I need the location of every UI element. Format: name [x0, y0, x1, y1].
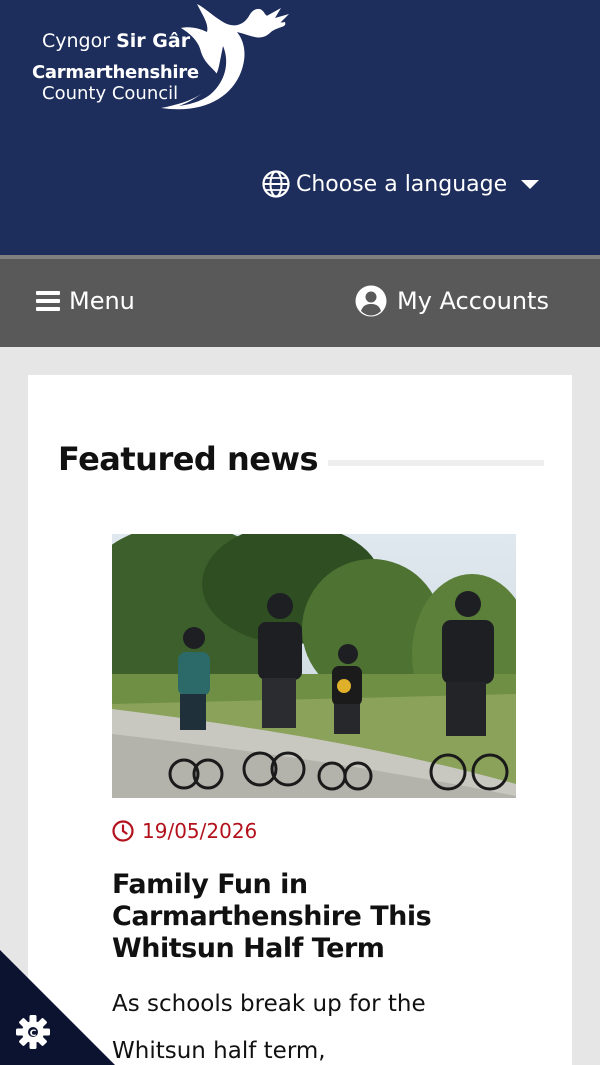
news-date: 19/05/2026 — [112, 819, 257, 843]
gear-icon: C — [16, 1015, 50, 1049]
language-selector[interactable]: Choose a language — [262, 168, 540, 200]
main-navbar: Menu My Accounts — [0, 255, 600, 347]
language-label: Choose a language — [296, 171, 508, 197]
news-date-text: 19/05/2026 — [142, 819, 258, 843]
council-logo[interactable]: Cyngor Sir Gâr Carmarthenshire County Co… — [28, 0, 293, 118]
section-divider — [328, 460, 544, 466]
globe-icon — [262, 170, 290, 198]
news-image[interactable] — [112, 534, 516, 798]
user-circle-icon — [355, 285, 387, 317]
news-title-link[interactable]: Family Fun in Carmarthenshire This Whits… — [112, 869, 512, 965]
site-header: Cyngor Sir Gâr Carmarthenshire County Co… — [0, 0, 600, 255]
menu-label: Menu — [69, 287, 135, 315]
my-accounts-label: My Accounts — [397, 287, 549, 315]
caret-down-icon — [521, 179, 540, 189]
my-accounts-button[interactable]: My Accounts — [355, 285, 549, 317]
section-title: Featured news — [58, 440, 319, 478]
svg-text:C: C — [30, 1029, 37, 1039]
family-cycling-photo — [112, 534, 516, 798]
clock-icon — [112, 820, 134, 842]
hamburger-icon — [36, 291, 60, 311]
cookie-settings-button[interactable]: C — [0, 950, 115, 1065]
menu-button[interactable]: Menu — [36, 287, 135, 315]
dragon-icon — [161, 4, 289, 110]
news-summary: As schools break up for the Whitsun half… — [112, 991, 426, 1064]
section-header: Featured news — [58, 440, 544, 478]
